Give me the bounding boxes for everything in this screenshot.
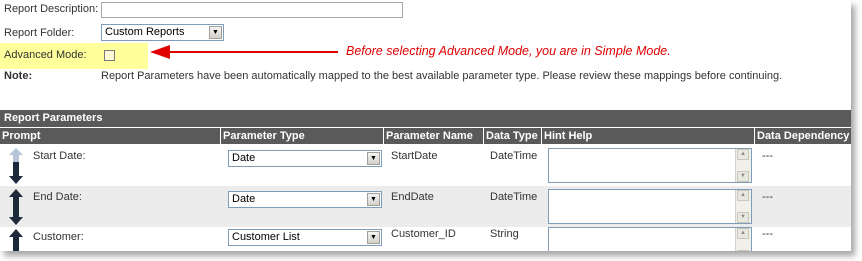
data-dependency-cell: ---: [762, 191, 773, 203]
prompt-cell: Start Date:: [33, 150, 86, 162]
column-header-prompt: Prompt: [0, 128, 220, 144]
parameter-type-select[interactable]: Customer List ▼: [228, 229, 382, 246]
dropdown-arrow-icon[interactable]: ▼: [209, 26, 222, 39]
note-label: Note:: [4, 70, 33, 82]
move-down-arrow-icon[interactable]: [9, 148, 23, 184]
prompt-cell: End Date:: [33, 191, 82, 203]
parameter-name-cell: StartDate: [391, 150, 438, 162]
scroll-down-icon[interactable]: ▼: [737, 212, 749, 223]
column-header-parameter-type: Parameter Type: [221, 128, 383, 144]
parameter-type-value: Date: [232, 152, 256, 164]
column-header-data-type: Data Type: [484, 128, 541, 144]
annotation-arrow-head-icon: [150, 45, 170, 59]
column-header-parameter-name: Parameter Name: [384, 128, 483, 144]
annotation-text: Before selecting Advanced Mode, you are …: [346, 44, 671, 58]
table-row: End Date: Date ▼ EndDate DateTime ▲ ▼ --…: [0, 186, 851, 227]
hint-help-textarea[interactable]: ▲ ▼: [548, 148, 752, 183]
report-description-input[interactable]: [101, 2, 403, 18]
report-form: Report Description: Report Folder: Custo…: [0, 0, 851, 251]
parameter-type-value: Date: [232, 193, 256, 205]
data-type-cell: DateTime: [490, 191, 538, 203]
hint-help-textarea[interactable]: ▲ ▼: [548, 189, 752, 224]
report-parameters-title: Report Parameters: [0, 110, 851, 127]
advanced-mode-label: Advanced Mode:: [4, 49, 87, 61]
parameter-name-cell: EndDate: [391, 191, 434, 203]
move-up-down-arrow-icon[interactable]: [9, 229, 23, 251]
move-up-down-arrow-icon[interactable]: [9, 189, 23, 225]
report-folder-label: Report Folder:: [4, 27, 75, 39]
scroll-down-icon[interactable]: ▼: [737, 171, 749, 182]
data-dependency-cell: ---: [762, 150, 773, 162]
scroll-up-icon[interactable]: ▲: [737, 228, 749, 239]
data-dependency-cell: ---: [762, 228, 773, 240]
report-folder-select[interactable]: Custom Reports ▼: [101, 24, 224, 41]
parameter-name-cell: Customer_ID: [391, 228, 456, 240]
table-row: Start Date: Date ▼ StartDate DateTime ▲ …: [0, 145, 851, 186]
scrollbar[interactable]: ▲ ▼: [735, 228, 751, 251]
dropdown-arrow-icon[interactable]: ▼: [367, 152, 380, 165]
dropdown-arrow-icon[interactable]: ▼: [367, 231, 380, 244]
scrollbar[interactable]: ▲ ▼: [735, 190, 751, 223]
scroll-up-icon[interactable]: ▲: [737, 190, 749, 201]
annotation-arrow-line: [168, 51, 338, 53]
parameter-type-select[interactable]: Date ▼: [228, 191, 382, 208]
dropdown-arrow-icon[interactable]: ▼: [367, 193, 380, 206]
prompt-cell: Customer:: [33, 231, 84, 243]
data-type-cell: DateTime: [490, 150, 538, 162]
column-header-hint-help: Hint Help: [542, 128, 754, 144]
advanced-mode-checkbox[interactable]: [104, 50, 115, 61]
parameter-type-select[interactable]: Date ▼: [228, 150, 382, 167]
scroll-up-icon[interactable]: ▲: [737, 149, 749, 160]
report-folder-value: Custom Reports: [105, 26, 185, 38]
data-type-cell: String: [490, 228, 519, 240]
table-row: Customer: Customer List ▼ Customer_ID St…: [0, 226, 851, 251]
report-description-label: Report Description:: [4, 3, 99, 15]
note-text: Report Parameters have been automaticall…: [101, 70, 783, 82]
scroll-down-icon[interactable]: ▼: [737, 250, 749, 251]
column-header-data-dependency: Data Dependency: [755, 128, 851, 144]
scrollbar[interactable]: ▲ ▼: [735, 149, 751, 182]
parameter-type-value: Customer List: [232, 231, 300, 243]
hint-help-textarea[interactable]: ▲ ▼: [548, 227, 752, 251]
